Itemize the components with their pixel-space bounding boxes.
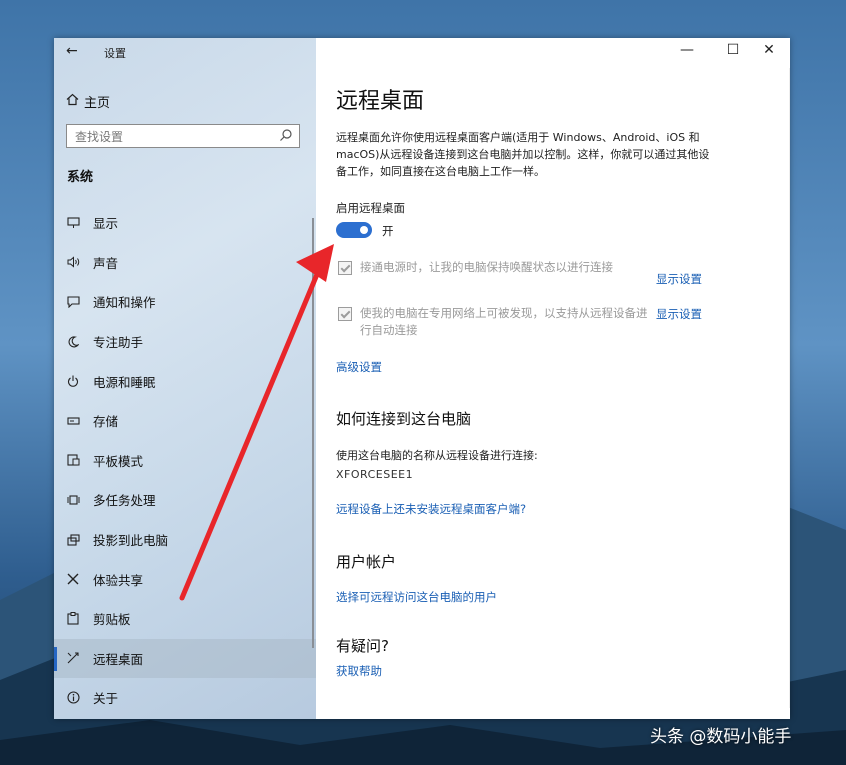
pc-name: XFORCESEE1 [336, 468, 414, 481]
section-title: 系统 [67, 170, 94, 185]
power-icon [67, 375, 93, 387]
remote-desktop-icon [67, 652, 93, 664]
page-title: 远程桌面 [336, 89, 425, 114]
remote-desktop-toggle[interactable] [336, 222, 372, 238]
minimize-icon[interactable]: — [672, 42, 702, 58]
sidebar-item-storage[interactable]: 存储 [54, 401, 316, 441]
speaker-icon [67, 256, 93, 268]
maximize-icon[interactable]: ☐ [718, 42, 748, 58]
sidebar-item-label: 投影到此电脑 [93, 533, 169, 549]
search-input[interactable] [73, 126, 277, 148]
home-label: 主页 [84, 95, 111, 111]
multitask-icon [67, 494, 93, 506]
back-arrow-icon[interactable]: ← [66, 43, 78, 59]
sidebar-item-label: 平板模式 [93, 453, 144, 469]
connect-instructions: 使用这台电脑的名称从远程设备进行连接: [336, 449, 538, 462]
toggle-knob [360, 226, 368, 234]
sidebar-item-label: 存储 [93, 414, 119, 430]
home-icon [66, 93, 84, 110]
storage-icon [67, 416, 93, 426]
sidebar-item-label: 远程桌面 [93, 651, 144, 667]
show-settings-link-2[interactable]: 显示设置 [656, 306, 702, 322]
sidebar-item-label: 通知和操作 [93, 295, 156, 311]
share-icon [67, 573, 93, 585]
sidebar-item-label: 关于 [93, 691, 119, 707]
sidebar-item-tablet-mode[interactable]: 平板模式 [54, 441, 316, 481]
search-icon[interactable] [279, 128, 293, 145]
get-help-link[interactable]: 获取帮助 [336, 663, 382, 679]
sidebar: ← 设置 主页 系统 显示 声音 通 [54, 38, 316, 719]
sidebar-item-shared-experiences[interactable]: 体验共享 [54, 559, 316, 599]
sidebar-item-about[interactable]: 关于 [54, 678, 316, 718]
search-box[interactable] [66, 124, 300, 148]
sidebar-item-home[interactable]: 主页 [66, 90, 110, 112]
how-to-connect-heading: 如何连接到这台电脑 [336, 410, 472, 428]
clipboard-icon [67, 612, 93, 625]
sidebar-item-focus-assist[interactable]: 专注助手 [54, 322, 316, 362]
sidebar-item-multitasking[interactable]: 多任务处理 [54, 480, 316, 520]
sidebar-item-sound[interactable]: 声音 [54, 243, 316, 283]
sidebar-nav: 显示 声音 通知和操作 专注助手 电源和睡眠 存储 平板模式 多任务处理 投影到… [54, 203, 316, 718]
notification-icon [67, 296, 93, 308]
watermark-text: 头条 @数码小能手 [650, 727, 792, 747]
monitor-icon [67, 217, 93, 229]
tablet-icon [67, 454, 93, 466]
sidebar-item-label: 体验共享 [93, 572, 144, 588]
project-icon [67, 533, 93, 546]
sidebar-item-label: 电源和睡眠 [93, 374, 156, 390]
info-icon [67, 691, 93, 704]
sidebar-item-label: 声音 [93, 255, 119, 271]
close-icon[interactable]: ✕ [754, 42, 784, 58]
window-title: 设置 [104, 47, 126, 60]
sidebar-item-label: 显示 [93, 216, 119, 232]
advanced-settings-link[interactable]: 高级设置 [336, 359, 382, 375]
content-pane: — ☐ ✕ 远程桌面 远程桌面允许你使用远程桌面客户端(适用于 Windows、… [316, 38, 790, 719]
user-accounts-heading: 用户帐户 [336, 553, 397, 571]
discoverable-text: 使我的电脑在专用网络上可被发现，以支持从远程设备进行自动连接 [360, 306, 648, 337]
content-scrollbar[interactable] [789, 68, 790, 708]
toggle-state-label: 开 [382, 224, 394, 238]
sidebar-item-label: 多任务处理 [93, 493, 156, 509]
questions-heading: 有疑问? [336, 637, 389, 655]
sidebar-scrollbar[interactable] [312, 218, 314, 648]
enable-remote-desktop-label: 启用远程桌面 [336, 201, 405, 215]
select-users-link[interactable]: 选择可远程访问这台电脑的用户 [336, 589, 497, 605]
moon-icon [67, 336, 93, 348]
show-settings-link-1[interactable]: 显示设置 [656, 271, 702, 287]
sidebar-item-power[interactable]: 电源和睡眠 [54, 361, 316, 401]
sidebar-item-clipboard[interactable]: 剪贴板 [54, 599, 316, 639]
sidebar-item-remote-desktop[interactable]: 远程桌面 [54, 638, 316, 679]
sidebar-item-project[interactable]: 投影到此电脑 [54, 520, 316, 560]
settings-window: ← 设置 主页 系统 显示 声音 通 [54, 38, 790, 719]
page-description: 远程桌面允许你使用远程桌面客户端(适用于 Windows、Android、iOS… [336, 131, 710, 178]
discoverable-checkbox[interactable] [338, 307, 352, 321]
keep-awake-text: 接通电源时，让我的电脑保持唤醒状态以进行连接 [360, 260, 613, 274]
sidebar-item-display[interactable]: 显示 [54, 203, 316, 243]
sidebar-item-notifications[interactable]: 通知和操作 [54, 282, 316, 322]
sidebar-item-label: 剪贴板 [93, 612, 131, 628]
no-client-link[interactable]: 远程设备上还未安装远程桌面客户端? [336, 501, 526, 517]
sidebar-item-label: 专注助手 [93, 335, 144, 351]
keep-awake-checkbox[interactable] [338, 261, 352, 275]
